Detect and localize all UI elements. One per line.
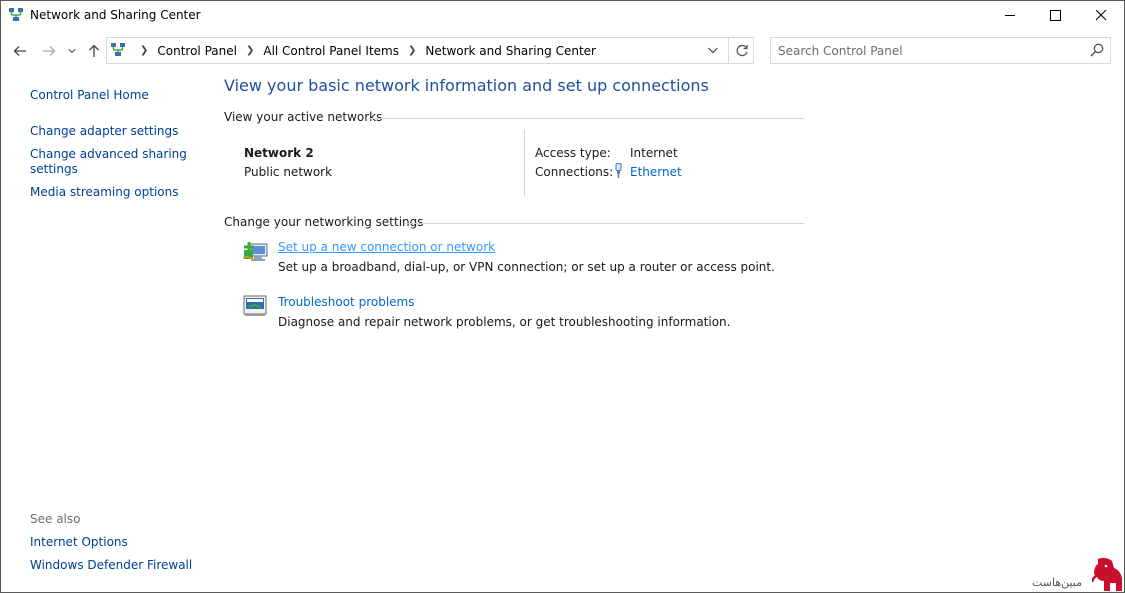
breadcrumb: ❯ Control Panel ❯ All Control Panel Item… <box>131 38 596 63</box>
close-button[interactable] <box>1078 0 1124 30</box>
breadcrumb-separator-icon[interactable]: ❯ <box>246 45 254 56</box>
access-type-label: Access type: <box>535 146 611 160</box>
forward-button[interactable] <box>39 40 59 62</box>
page-title: View your basic network information and … <box>224 76 709 95</box>
breadcrumb-all-items[interactable]: All Control Panel Items <box>263 44 399 58</box>
vertical-divider <box>524 130 525 196</box>
refresh-icon <box>736 44 748 57</box>
change-advanced-sharing-link-line2[interactable]: settings <box>30 162 78 177</box>
ethernet-icon <box>615 163 622 178</box>
watermark-text: مبین‌هاست <box>1032 576 1083 589</box>
chevron-down-icon <box>68 48 76 54</box>
title-bar[interactable]: Network and Sharing Center <box>0 0 1125 32</box>
back-button[interactable] <box>10 40 30 62</box>
internet-options-link[interactable]: Internet Options <box>30 535 128 550</box>
minimize-button[interactable] <box>987 0 1033 30</box>
connections-label: Connections: <box>535 165 614 179</box>
refresh-button[interactable] <box>728 38 755 63</box>
search-icon[interactable] <box>1090 43 1104 57</box>
change-advanced-sharing-link[interactable]: Change advanced sharing <box>30 147 187 162</box>
windows-defender-firewall-link[interactable]: Windows Defender Firewall <box>30 558 192 573</box>
section-divider <box>368 118 804 119</box>
recent-locations-button[interactable] <box>64 40 80 62</box>
new-connection-icon <box>243 242 268 262</box>
troubleshoot-problems-description: Diagnose and repair network problems, or… <box>278 315 731 329</box>
see-also-label: See also <box>30 512 81 526</box>
address-bar[interactable]: ❯ Control Panel ❯ All Control Panel Item… <box>106 37 754 64</box>
breadcrumb-current[interactable]: Network and Sharing Center <box>425 44 596 58</box>
networking-settings-title: Change your networking settings <box>224 215 424 229</box>
search-box[interactable] <box>770 37 1111 64</box>
up-button[interactable] <box>84 40 104 62</box>
network-name: Network 2 <box>244 146 314 160</box>
access-type-value: Internet <box>630 146 678 160</box>
maximize-icon <box>1049 9 1061 21</box>
ethernet-connection-link[interactable]: Ethernet <box>630 165 682 179</box>
breadcrumb-separator-icon[interactable]: ❯ <box>408 45 416 56</box>
breadcrumb-control-panel[interactable]: Control Panel <box>157 44 237 58</box>
watermark-logo: مبین‌هاست <box>1032 556 1124 593</box>
elephant-logo-icon <box>1092 557 1122 591</box>
troubleshoot-icon <box>243 295 267 316</box>
maximize-button[interactable] <box>1032 0 1078 30</box>
back-arrow-icon <box>13 46 26 56</box>
active-networks-title: View your active networks <box>224 110 383 124</box>
minimize-icon <box>1004 14 1015 16</box>
breadcrumb-separator-icon[interactable]: ❯ <box>140 45 148 56</box>
chevron-down-icon <box>708 47 718 54</box>
setup-new-connection-link[interactable]: Set up a new connection or network <box>278 240 495 254</box>
search-input[interactable] <box>771 38 1088 63</box>
up-arrow-icon <box>89 44 99 57</box>
network-location-icon <box>111 43 125 56</box>
change-adapter-settings-link[interactable]: Change adapter settings <box>30 124 178 139</box>
address-dropdown-button[interactable] <box>699 38 727 63</box>
window-title: Network and Sharing Center <box>30 8 201 22</box>
network-app-icon <box>9 8 23 21</box>
network-category-link[interactable]: Public network <box>244 165 332 179</box>
media-streaming-options-link[interactable]: Media streaming options <box>30 185 178 200</box>
setup-new-connection-description: Set up a broadband, dial-up, or VPN conn… <box>278 260 775 274</box>
forward-arrow-icon <box>43 46 56 56</box>
troubleshoot-problems-link[interactable]: Troubleshoot problems <box>278 295 414 309</box>
control-panel-home-link[interactable]: Control Panel Home <box>30 88 149 103</box>
section-divider <box>404 223 804 224</box>
close-icon <box>1095 9 1106 20</box>
